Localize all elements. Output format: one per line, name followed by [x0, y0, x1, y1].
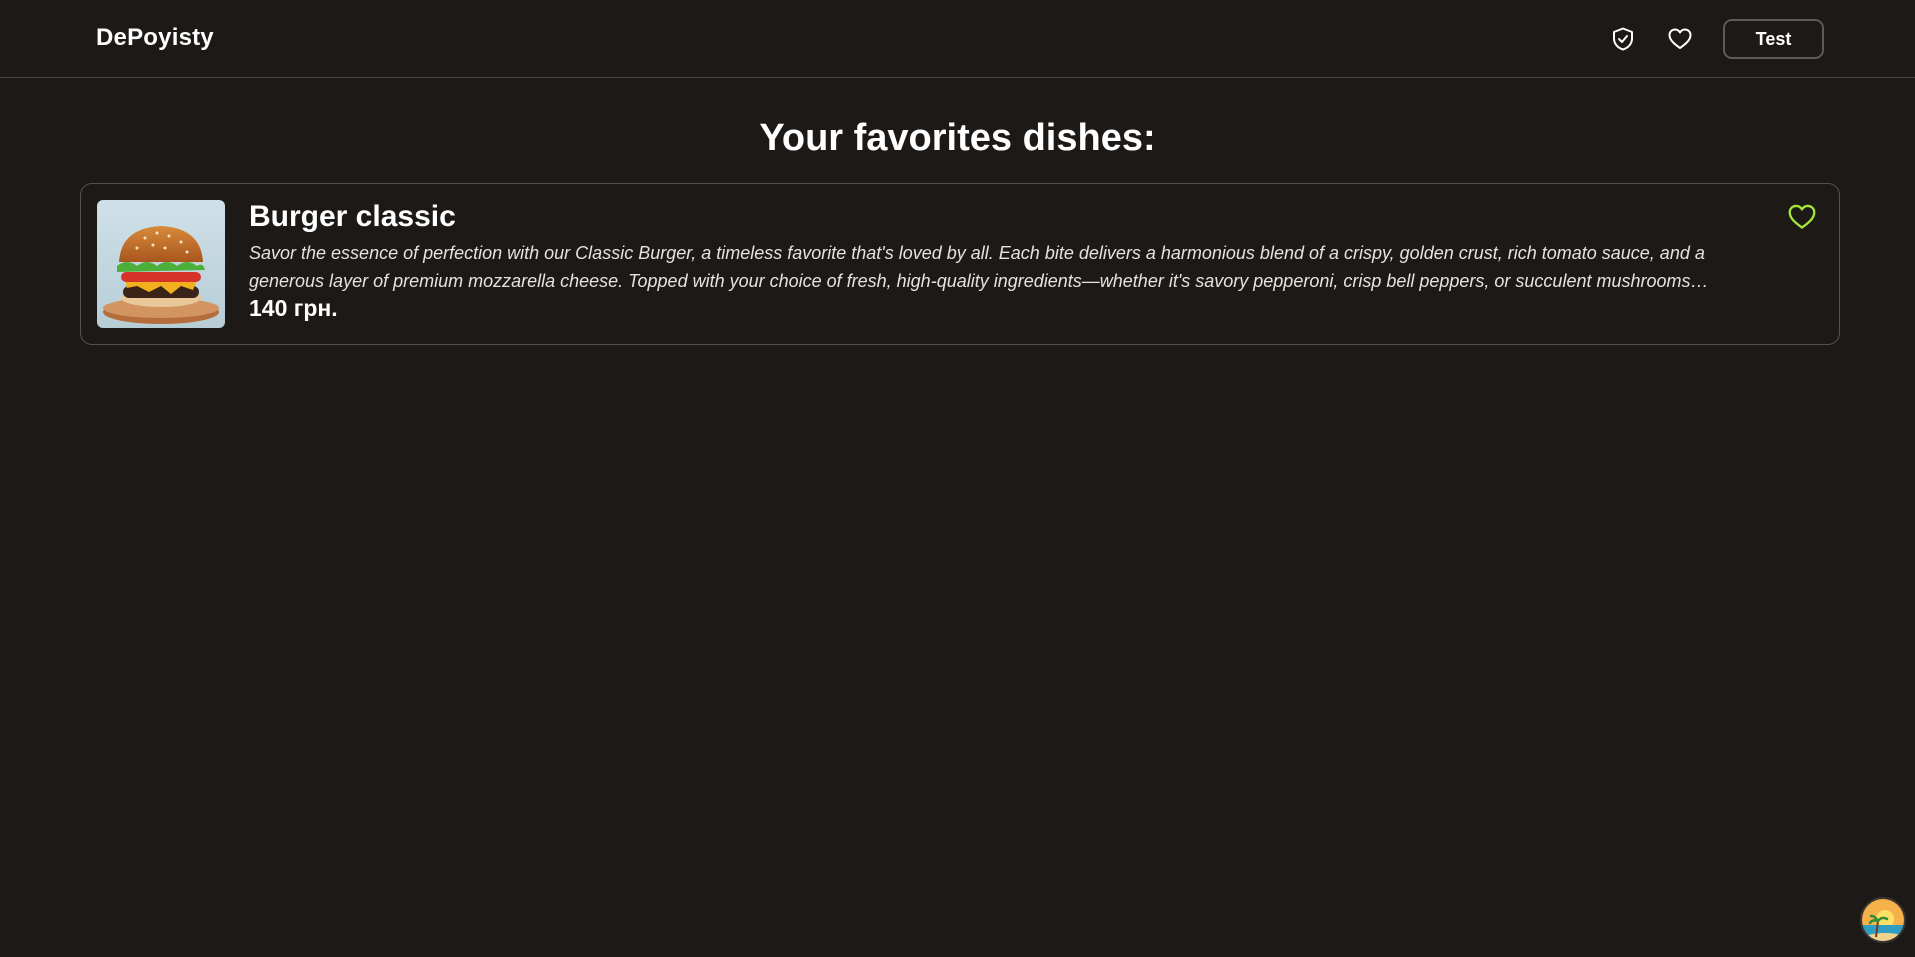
- brand-logo-text[interactable]: DePoyisty: [96, 24, 214, 52]
- heart-icon[interactable]: [1665, 24, 1695, 54]
- favorite-heart-icon[interactable]: [1785, 200, 1819, 234]
- page-title: Your favorites dishes:: [759, 117, 1156, 159]
- shield-check-icon[interactable]: [1608, 24, 1638, 54]
- assistant-avatar-icon[interactable]: [1860, 897, 1906, 943]
- dish-name: Burger classic: [249, 200, 456, 233]
- top-navbar: DePoyisty Test: [0, 0, 1915, 78]
- dish-price: 140 грн.: [249, 295, 338, 321]
- user-account-button[interactable]: Test: [1723, 19, 1824, 59]
- favorite-dish-card[interactable]: Burger classic Savor the essence of perf…: [80, 183, 1840, 345]
- burger-image[interactable]: [97, 200, 225, 328]
- dish-description: Savor the essence of perfection with our…: [249, 243, 1709, 291]
